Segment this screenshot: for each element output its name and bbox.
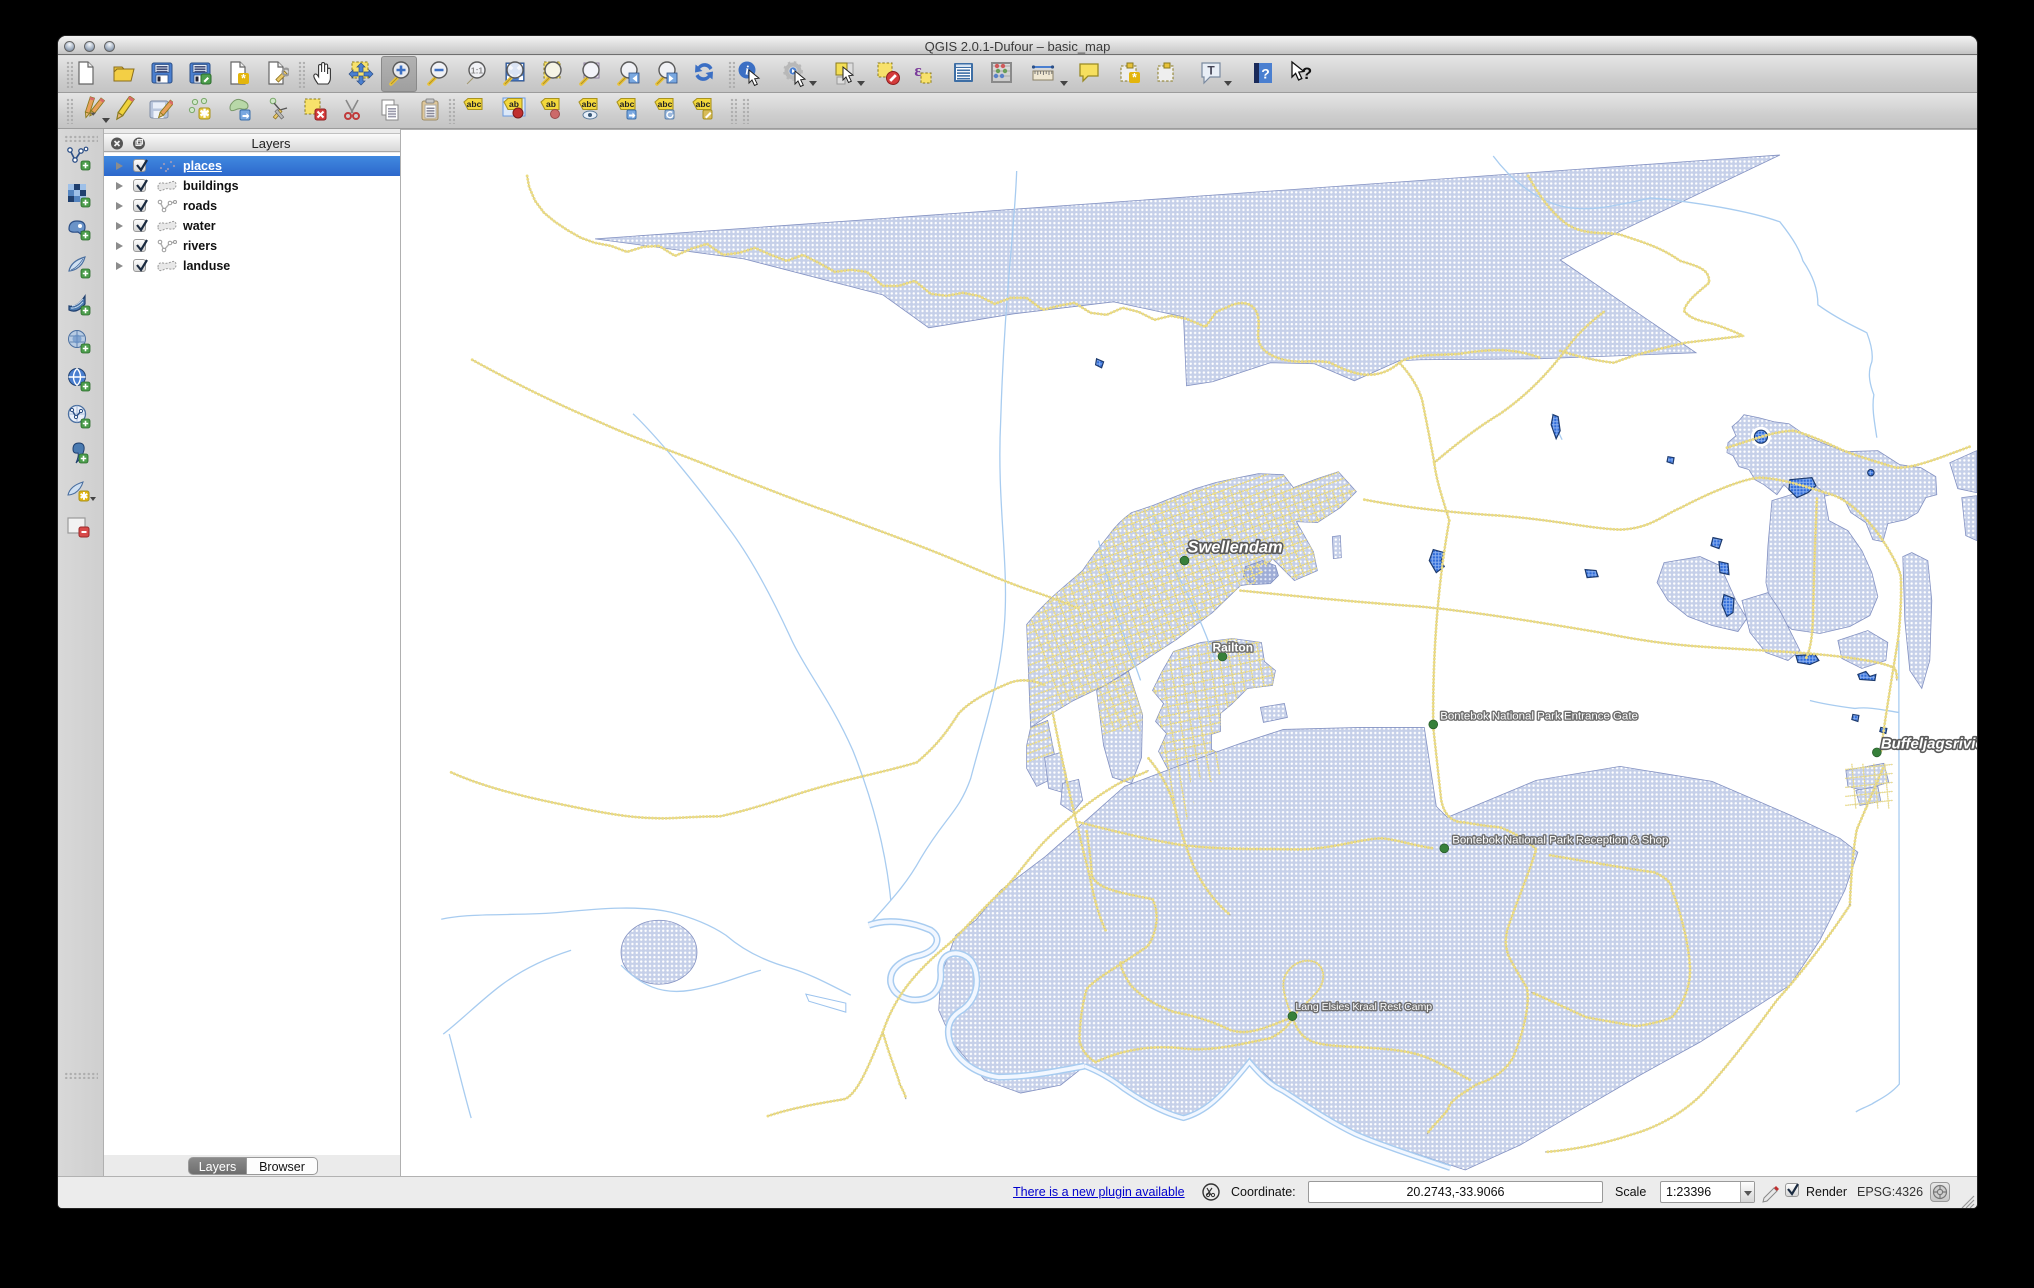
svg-text:Lang Elsies Kraal Rest Camp: Lang Elsies Kraal Rest Camp [1295,1002,1432,1013]
svg-text:T: T [1207,64,1215,78]
svg-text:abc: abc [467,99,482,109]
svg-text:Bontebok National Park Recepti: Bontebok National Park Reception & Shop [1452,834,1668,846]
svg-text:1:1: 1:1 [471,66,484,76]
svg-text:abc: abc [620,99,635,109]
svg-text:ε: ε [914,61,921,80]
svg-text:abc: abc [658,99,673,109]
svg-text:Swellendam: Swellendam [1188,539,1283,557]
svg-text:abc: abc [696,99,711,109]
svg-text:*: * [241,72,246,86]
svg-text:?: ? [1302,64,1312,83]
svg-text:✱: ✱ [80,492,89,503]
svg-text:ab: ab [509,99,519,109]
svg-text:Bontebok National Park Entranc: Bontebok National Park Entrance Gate [1440,710,1638,722]
svg-text:ab: ab [546,99,556,109]
svg-text:Buffeljagsrivier: Buffeljagsrivier [1881,735,1977,752]
svg-text:Railton: Railton [1212,641,1253,655]
svg-text:*: * [1132,71,1137,85]
svg-text:?: ? [1261,66,1270,82]
svg-text:abc: abc [582,99,597,109]
svg-text:✱: ✱ [199,107,209,121]
